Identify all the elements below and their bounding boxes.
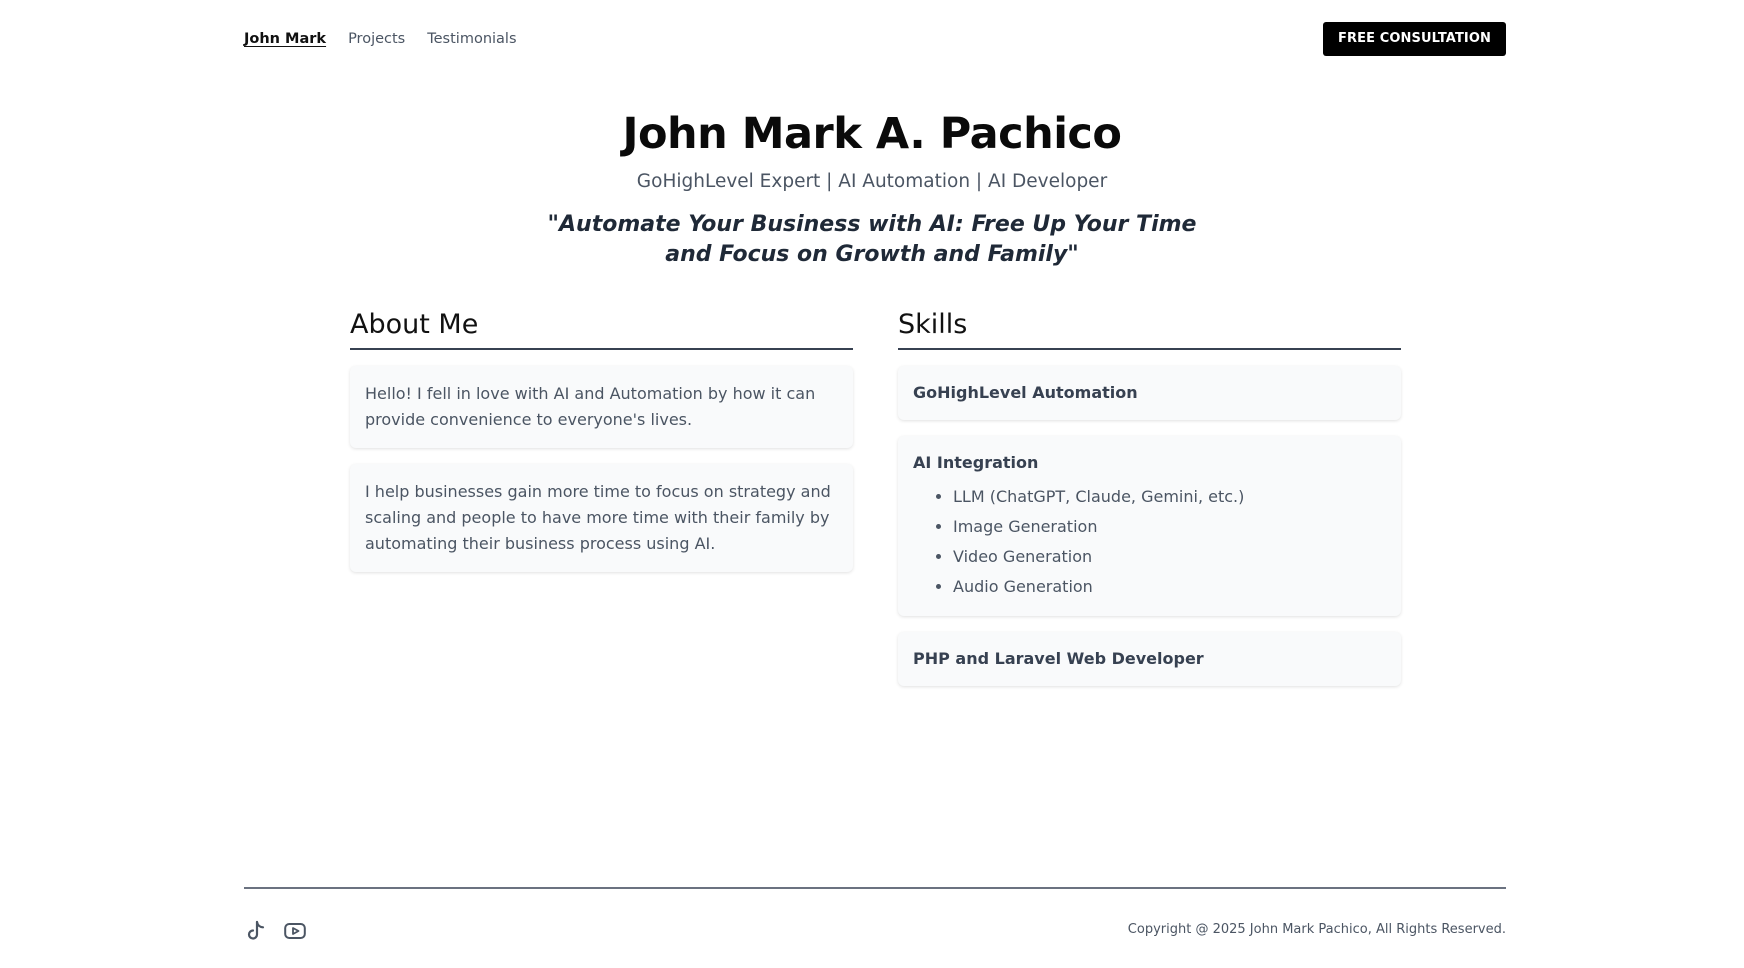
youtube-icon[interactable] bbox=[284, 922, 306, 940]
skill-title: GoHighLevel Automation bbox=[913, 383, 1138, 402]
nav-link-testimonials[interactable]: Testimonials bbox=[427, 31, 516, 47]
social-links bbox=[246, 920, 306, 942]
hero: John Mark A. Pachico GoHighLevel Expert … bbox=[0, 104, 1744, 270]
skill-subitem: LLM (ChatGPT, Claude, Gemini, etc.) bbox=[953, 482, 1386, 512]
nav-links: John Mark Projects Testimonials bbox=[244, 31, 517, 47]
about-card: Hello! I fell in love with AI and Automa… bbox=[350, 366, 853, 448]
skill-title: AI Integration bbox=[913, 453, 1039, 472]
skills-heading: Skills bbox=[898, 308, 1401, 350]
about-card: I help businesses gain more time to focu… bbox=[350, 464, 853, 572]
skill-subitem: Audio Generation bbox=[953, 572, 1386, 602]
skill-sublist: LLM (ChatGPT, Claude, Gemini, etc.) Imag… bbox=[913, 482, 1386, 602]
page: John Mark Projects Testimonials FREE CON… bbox=[0, 0, 1744, 968]
nav-brand-link[interactable]: John Mark bbox=[244, 31, 326, 47]
tiktok-icon[interactable] bbox=[246, 920, 266, 942]
footer-divider bbox=[244, 887, 1506, 889]
hero-quote: "Automate Your Business with AI: Free Up… bbox=[547, 212, 1197, 267]
skill-card: GoHighLevel Automation bbox=[898, 366, 1401, 420]
skills-section: Skills GoHighLevel Automation AI Integra… bbox=[898, 308, 1401, 686]
nav-link-projects[interactable]: Projects bbox=[348, 31, 405, 47]
about-section: About Me Hello! I fell in love with AI a… bbox=[350, 308, 853, 572]
free-consultation-button[interactable]: FREE CONSULTATION bbox=[1323, 22, 1506, 56]
skill-subitem: Image Generation bbox=[953, 512, 1386, 542]
about-paragraph: Hello! I fell in love with AI and Automa… bbox=[365, 384, 816, 429]
skill-subitem: Video Generation bbox=[953, 542, 1386, 572]
top-nav: John Mark Projects Testimonials FREE CON… bbox=[244, 22, 1506, 56]
about-paragraph: I help businesses gain more time to focu… bbox=[365, 482, 831, 553]
skill-title: PHP and Laravel Web Developer bbox=[913, 649, 1204, 668]
page-title: John Mark A. Pachico bbox=[622, 109, 1122, 159]
hero-subtitle: GoHighLevel Expert | AI Automation | AI … bbox=[636, 171, 1108, 192]
copyright-text: Copyright @ 2025 John Mark Pachico, All … bbox=[1127, 922, 1506, 937]
skill-card: AI Integration LLM (ChatGPT, Claude, Gem… bbox=[898, 436, 1401, 616]
about-heading: About Me bbox=[350, 308, 853, 350]
skill-card: PHP and Laravel Web Developer bbox=[898, 632, 1401, 686]
